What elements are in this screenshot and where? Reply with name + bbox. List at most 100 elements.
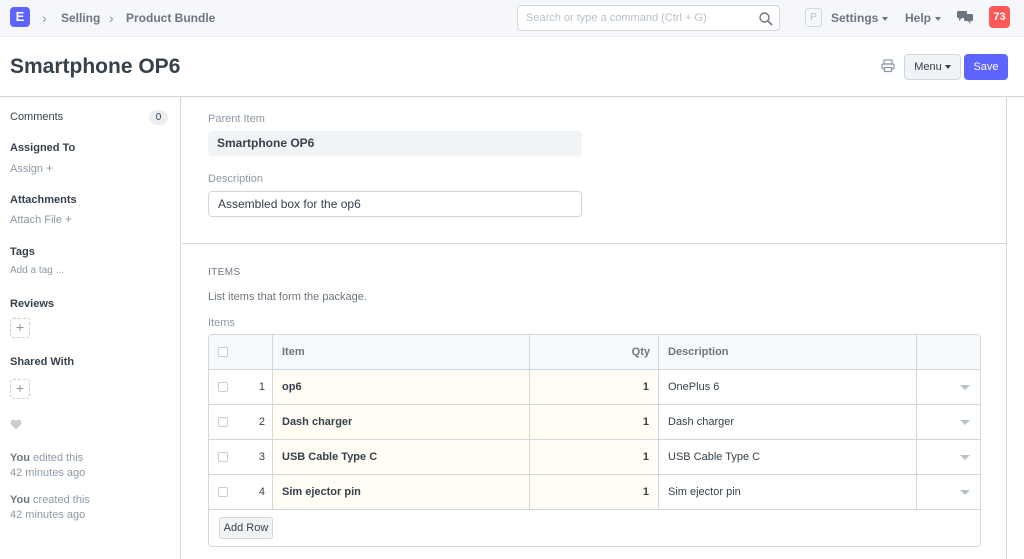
add-share-button[interactable]: + — [10, 379, 30, 399]
description-cell[interactable]: USB Cable Type C — [668, 440, 760, 474]
search-icon[interactable] — [758, 11, 774, 27]
row-checkbox[interactable] — [218, 417, 228, 427]
reviews-label: Reviews — [10, 298, 55, 310]
settings-dropdown[interactable]: Settings — [831, 11, 889, 25]
app-logo[interactable]: E — [10, 7, 30, 27]
row-checkbox[interactable] — [218, 382, 228, 392]
menu-button[interactable]: Menu — [904, 54, 961, 80]
item-cell[interactable]: Dash charger — [273, 405, 529, 439]
description-cell[interactable]: Dash charger — [668, 405, 734, 439]
save-button[interactable]: Save — [964, 54, 1008, 80]
column-divider — [658, 405, 659, 439]
column-header-description: Description — [668, 346, 729, 358]
items-section-title: ITEMS — [208, 267, 241, 278]
notification-badge[interactable]: 73 — [989, 6, 1010, 28]
caret-down-icon — [935, 16, 942, 21]
column-divider — [658, 370, 659, 404]
user-avatar[interactable]: P — [805, 8, 822, 27]
chat-icon[interactable] — [957, 10, 973, 24]
qty-cell[interactable]: 1 — [530, 475, 658, 509]
description-label: Description — [208, 173, 264, 185]
table-row[interactable]: 3 USB Cable Type C 1 USB Cable Type C — [209, 440, 980, 475]
select-all-checkbox[interactable] — [218, 347, 228, 357]
attach-file-link[interactable]: Attach File + — [10, 213, 72, 227]
plus-icon: + — [64, 212, 72, 226]
items-table-label: Items — [208, 317, 235, 329]
parent-item-label: Parent Item — [208, 113, 265, 125]
row-edit-dropdown-icon[interactable] — [960, 385, 970, 390]
row-checkbox[interactable] — [218, 452, 228, 462]
shared-with-label: Shared With — [10, 356, 75, 368]
item-cell[interactable]: op6 — [273, 370, 529, 404]
printer-icon[interactable] — [881, 59, 895, 73]
plus-icon: + — [46, 161, 54, 175]
items-section-description: List items that form the package. — [208, 291, 367, 303]
qty-cell[interactable]: 1 — [530, 370, 658, 404]
qty-cell[interactable]: 1 — [530, 440, 658, 474]
breadcrumb-selling[interactable]: Selling — [61, 11, 100, 25]
activity-user[interactable]: You — [10, 452, 30, 464]
plus-icon: + — [15, 380, 25, 396]
activity-action: created this — [29, 494, 90, 506]
help-dropdown[interactable]: Help — [905, 11, 942, 25]
qty-cell[interactable]: 1 — [530, 405, 658, 439]
chevron-right-icon: › — [109, 10, 114, 26]
row-index: 1 — [258, 381, 265, 393]
column-divider — [916, 475, 917, 509]
navbar: E › Selling › Product Bundle P Settings … — [0, 0, 1024, 37]
settings-label: Settings — [831, 11, 879, 25]
item-cell[interactable]: Sim ejector pin — [273, 475, 529, 509]
search-input[interactable] — [526, 10, 751, 26]
comments-count-badge: 0 — [149, 110, 168, 125]
caret-down-icon — [944, 65, 951, 70]
heart-icon[interactable] — [10, 419, 22, 430]
table-row[interactable]: 2 Dash charger 1 Dash charger — [209, 405, 980, 440]
plus-icon: + — [15, 319, 25, 335]
activity-time: 42 minutes ago — [10, 509, 86, 521]
page-title: Smartphone OP6 — [10, 55, 181, 78]
comments-label[interactable]: Comments — [10, 111, 63, 124]
row-index: 2 — [258, 416, 265, 428]
description-cell[interactable]: OnePlus 6 — [668, 370, 719, 404]
row-index: 4 — [258, 486, 265, 498]
assigned-to-label: Assigned To — [10, 142, 76, 154]
parent-item-field[interactable]: Smartphone OP6 — [208, 131, 582, 156]
table-header-row: Item Qty Description — [209, 335, 980, 370]
column-divider — [658, 440, 659, 474]
assign-label: Assign — [10, 163, 44, 175]
form-border — [1006, 97, 1007, 559]
item-cell[interactable]: USB Cable Type C — [273, 440, 529, 474]
activity-item: You edited this 42 minutes ago — [10, 451, 85, 481]
table-row[interactable]: 4 Sim ejector pin 1 Sim ejector pin — [209, 475, 980, 510]
row-edit-dropdown-icon[interactable] — [960, 455, 970, 460]
activity-time: 42 minutes ago — [10, 467, 86, 479]
table-row[interactable]: 1 op6 1 OnePlus 6 — [209, 370, 980, 405]
add-tag-input[interactable]: Add a tag ... — [10, 264, 64, 277]
table-footer: Add Row — [209, 510, 980, 546]
column-divider — [658, 335, 659, 369]
activity-user[interactable]: You — [10, 494, 30, 506]
row-edit-dropdown-icon[interactable] — [960, 420, 970, 425]
description-field[interactable]: Assembled box for the op6 — [208, 191, 582, 217]
breadcrumb-product-bundle[interactable]: Product Bundle — [126, 11, 215, 25]
add-review-button[interactable]: + — [10, 318, 30, 338]
search-box[interactable] — [517, 5, 780, 31]
form-sidebar: Comments 0 Assigned To Assign + Attachmen… — [0, 97, 181, 559]
row-checkbox[interactable] — [218, 487, 228, 497]
activity-action: edited this — [29, 452, 84, 464]
form-body: Parent Item Smartphone OP6 Description A… — [182, 97, 1006, 559]
attachments-label: Attachments — [10, 194, 77, 206]
section-divider — [182, 243, 1006, 244]
row-edit-dropdown-icon[interactable] — [960, 490, 970, 495]
assign-link[interactable]: Assign + — [10, 162, 53, 176]
description-cell[interactable]: Sim ejector pin — [668, 475, 741, 509]
add-row-button[interactable]: Add Row — [219, 517, 273, 539]
column-divider — [916, 335, 917, 369]
help-label: Help — [905, 11, 932, 25]
tags-label: Tags — [10, 246, 35, 258]
column-header-qty: Qty — [631, 346, 650, 358]
column-divider — [658, 475, 659, 509]
attach-file-label: Attach File — [10, 214, 62, 226]
column-divider — [916, 440, 917, 474]
menu-label: Menu — [914, 61, 942, 73]
